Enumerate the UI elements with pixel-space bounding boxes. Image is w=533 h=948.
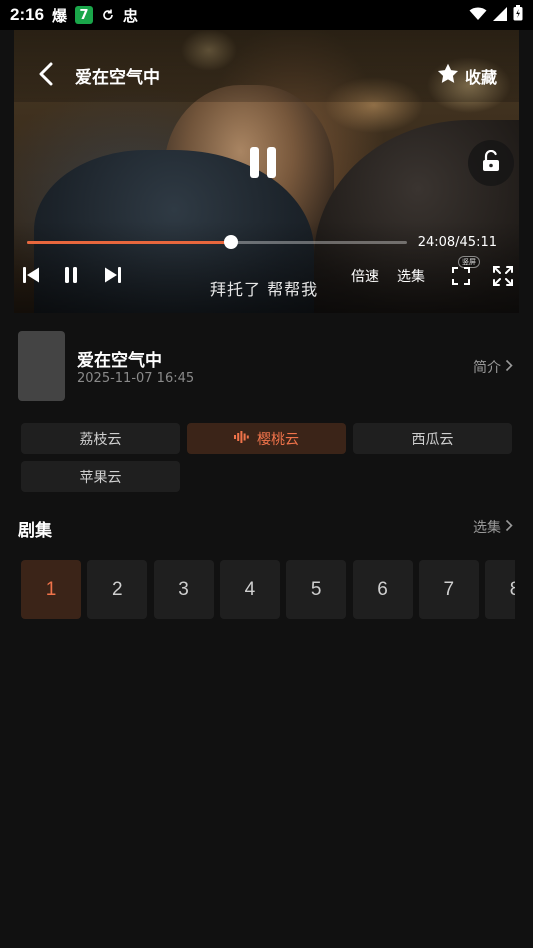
time-readout: 24:08/45:11 <box>417 235 497 250</box>
skip-previous-icon <box>22 266 40 288</box>
episode-button-4[interactable]: 4 <box>219 560 280 619</box>
audio-wave-icon <box>234 430 249 447</box>
back-button[interactable] <box>36 62 58 86</box>
episode-button-3[interactable]: 3 <box>153 560 214 619</box>
episodes-heading: 剧集 <box>18 521 52 541</box>
episode-button-5[interactable]: 5 <box>286 560 347 619</box>
burst-icon: 爆 <box>52 5 67 26</box>
lock-button[interactable] <box>468 140 514 186</box>
select-label: 选集 <box>473 520 501 536</box>
chevron-right-icon <box>505 359 513 376</box>
favorite-button[interactable]: 收藏 <box>437 63 497 88</box>
source-label: 樱桃云 <box>257 431 299 448</box>
episode-select-button[interactable]: 选集 <box>397 266 425 286</box>
intro-label: 简介 <box>473 360 501 376</box>
episode-button-2[interactable]: 2 <box>87 560 148 619</box>
battery-icon <box>513 5 523 25</box>
episode-button-8[interactable]: 8 <box>485 560 515 619</box>
pause-bar <box>267 147 276 178</box>
bug-glyph: 忠 <box>123 6 139 25</box>
source-lizhi[interactable]: 荔枝云 <box>21 423 180 454</box>
subtitle-text: 拜托了 帮帮我 <box>210 280 319 299</box>
landscape-fullscreen-button[interactable] <box>491 266 515 290</box>
intro-link[interactable]: 简介 <box>473 357 513 377</box>
burst-glyph: 爆 <box>52 6 68 25</box>
next-episode-button[interactable] <box>102 267 124 287</box>
progress-bar[interactable] <box>27 235 407 249</box>
expand-icon <box>493 266 513 290</box>
source-pingguo[interactable]: 苹果云 <box>21 461 180 492</box>
source-xigua[interactable]: 西瓜云 <box>353 423 512 454</box>
progress-fill <box>27 241 232 244</box>
source-yingtao[interactable]: 樱桃云 <box>187 423 346 454</box>
skip-next-icon <box>104 266 122 288</box>
status-bar: 2:16 爆 7 忠 <box>0 0 533 30</box>
poster-thumbnail <box>18 331 65 401</box>
video-player[interactable]: 爱在空气中 收藏 24:08/45:11 拜托了 帮帮我 倍速 选集 竖屏 <box>14 30 519 313</box>
bug-icon: 忠 <box>123 5 138 26</box>
chevron-right-icon <box>505 519 513 536</box>
show-date: 2025-11-07 16:45 <box>77 371 195 386</box>
episode-button-6[interactable]: 6 <box>352 560 413 619</box>
wifi-icon <box>469 6 487 25</box>
previous-episode-button[interactable] <box>20 267 42 287</box>
episode-button-7[interactable]: 7 <box>418 560 479 619</box>
app-7-icon: 7 <box>75 6 94 24</box>
show-title: 爱在空气中 <box>77 351 162 371</box>
play-pause-button[interactable] <box>60 267 82 287</box>
episode-select-link[interactable]: 选集 <box>473 517 513 537</box>
portrait-fullscreen-button[interactable] <box>450 267 472 289</box>
video-title: 爱在空气中 <box>75 68 160 88</box>
center-pause-button[interactable] <box>250 147 284 181</box>
episode-list: 12345678 <box>21 560 515 620</box>
app-7-badge: 7 <box>75 6 94 24</box>
source-label: 西瓜云 <box>411 431 454 448</box>
source-label: 苹果云 <box>79 469 122 486</box>
favorite-label: 收藏 <box>464 67 497 87</box>
source-label: 荔枝云 <box>79 431 122 448</box>
progress-thumb[interactable] <box>224 235 239 249</box>
episode-button-1[interactable]: 1 <box>21 560 81 619</box>
sync-icon <box>101 8 115 22</box>
status-time: 2:16 <box>10 5 45 24</box>
speed-button[interactable]: 倍速 <box>351 266 379 286</box>
pause-icon <box>63 266 79 288</box>
unlock-icon <box>481 149 501 176</box>
pause-bar <box>250 147 259 178</box>
fullscreen-icon <box>452 267 470 289</box>
signal-icon <box>493 6 507 25</box>
star-icon <box>437 63 459 88</box>
